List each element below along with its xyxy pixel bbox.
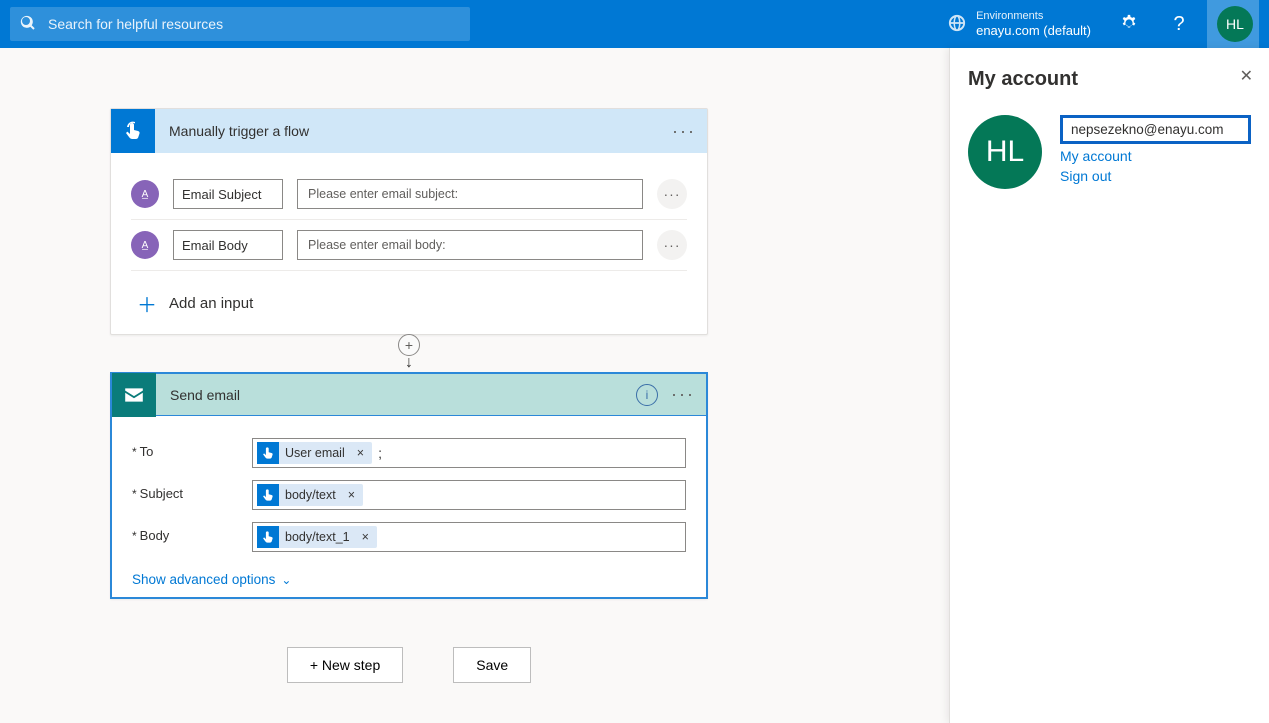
- environment-picker[interactable]: Environments enayu.com (default): [938, 6, 1101, 43]
- gear-icon: [1120, 14, 1138, 35]
- subject-field[interactable]: body/text ×: [252, 480, 686, 510]
- trigger-title: Manually trigger a flow: [169, 123, 669, 139]
- token-label: body/text: [285, 488, 336, 502]
- touch-icon: [257, 442, 279, 464]
- trigger-more-button[interactable]: ···: [669, 121, 699, 142]
- my-account-link[interactable]: My account: [1060, 148, 1251, 164]
- action-card: Send email i ··· To User email × ; Subje…: [110, 372, 708, 599]
- trigger-header[interactable]: Manually trigger a flow ···: [111, 109, 707, 153]
- token-remove-button[interactable]: ×: [342, 488, 361, 502]
- search-input[interactable]: [46, 15, 460, 33]
- add-input-label: Add an input: [169, 295, 253, 312]
- text-param-icon: A̲: [131, 231, 159, 259]
- sign-out-link[interactable]: Sign out: [1060, 168, 1251, 184]
- account-info: HL nepsezekno@enayu.com My account Sign …: [968, 115, 1251, 189]
- param-more-button[interactable]: ···: [657, 179, 687, 209]
- info-button[interactable]: i: [636, 384, 658, 406]
- panel-title: My account: [968, 68, 1251, 91]
- param-value-field[interactable]: Please enter email body:: [297, 230, 643, 260]
- save-button[interactable]: Save: [453, 647, 531, 683]
- search-field[interactable]: [10, 7, 470, 41]
- dynamic-token[interactable]: body/text_1 ×: [257, 526, 377, 548]
- environment-name: enayu.com (default): [976, 23, 1091, 39]
- chevron-down-icon: ⌄: [281, 573, 291, 587]
- trigger-input-row: A̲ Email Subject Please enter email subj…: [131, 169, 687, 220]
- param-name-field[interactable]: Email Body: [173, 230, 283, 260]
- field-label: Body: [132, 522, 252, 543]
- environment-text: Environments enayu.com (default): [976, 10, 1091, 39]
- token-remove-button[interactable]: ×: [351, 446, 370, 460]
- token-label: User email: [285, 446, 345, 460]
- trigger-body: A̲ Email Subject Please enter email subj…: [111, 153, 707, 334]
- to-field[interactable]: User email × ;: [252, 438, 686, 468]
- body-field[interactable]: body/text_1 ×: [252, 522, 686, 552]
- new-step-button[interactable]: + New step: [287, 647, 403, 683]
- search-icon: [20, 15, 36, 34]
- action-title: Send email: [170, 387, 636, 403]
- field-row-body: Body body/text_1 ×: [132, 516, 686, 558]
- token-label: body/text_1: [285, 530, 350, 544]
- connector: + ↓: [110, 335, 708, 372]
- insert-step-button[interactable]: +: [398, 334, 420, 356]
- advanced-label: Show advanced options: [132, 572, 275, 587]
- field-row-subject: Subject body/text ×: [132, 474, 686, 516]
- close-panel-button[interactable]: ✕: [1240, 66, 1253, 86]
- token-remove-button[interactable]: ×: [356, 530, 375, 544]
- avatar-large: HL: [968, 115, 1042, 189]
- param-value-field[interactable]: Please enter email subject:: [297, 179, 643, 209]
- to-suffix: ;: [378, 445, 382, 461]
- show-advanced-options[interactable]: Show advanced options ⌄: [132, 572, 686, 587]
- touch-icon: [111, 109, 155, 153]
- account-email[interactable]: nepsezekno@enayu.com: [1060, 115, 1251, 144]
- account-details: nepsezekno@enayu.com My account Sign out: [1060, 115, 1251, 184]
- action-header[interactable]: Send email i ···: [110, 372, 708, 416]
- plus-icon: ＋: [137, 289, 157, 318]
- environment-label: Environments: [976, 10, 1091, 23]
- help-button[interactable]: ?: [1157, 0, 1201, 48]
- action-body: To User email × ; Subject body/text: [110, 416, 708, 599]
- field-label: Subject: [132, 480, 252, 501]
- top-bar: Environments enayu.com (default) ? HL: [0, 0, 1269, 48]
- text-param-icon: A̲: [131, 180, 159, 208]
- dynamic-token[interactable]: User email ×: [257, 442, 372, 464]
- arrow-down-icon: ↓: [405, 354, 413, 372]
- dynamic-token[interactable]: body/text ×: [257, 484, 363, 506]
- field-row-to: To User email × ;: [132, 432, 686, 474]
- avatar: HL: [1217, 6, 1253, 42]
- account-button[interactable]: HL: [1207, 0, 1259, 48]
- touch-icon: [257, 484, 279, 506]
- trigger-input-row: A̲ Email Body Please enter email body: ·…: [131, 220, 687, 271]
- top-right-cluster: Environments enayu.com (default) ? HL: [938, 0, 1259, 48]
- mail-icon: [112, 373, 156, 417]
- add-input-button[interactable]: ＋ Add an input: [137, 289, 687, 318]
- field-label: To: [132, 438, 252, 459]
- action-more-button[interactable]: ···: [668, 384, 698, 405]
- account-panel: ✕ My account HL nepsezekno@enayu.com My …: [949, 48, 1269, 723]
- param-more-button[interactable]: ···: [657, 230, 687, 260]
- touch-icon: [257, 526, 279, 548]
- help-icon: ?: [1173, 13, 1184, 36]
- param-name-field[interactable]: Email Subject: [173, 179, 283, 209]
- settings-button[interactable]: [1107, 0, 1151, 48]
- trigger-card: Manually trigger a flow ··· A̲ Email Sub…: [110, 108, 708, 335]
- footer-buttons: + New step Save: [110, 647, 708, 683]
- globe-icon: [948, 14, 966, 35]
